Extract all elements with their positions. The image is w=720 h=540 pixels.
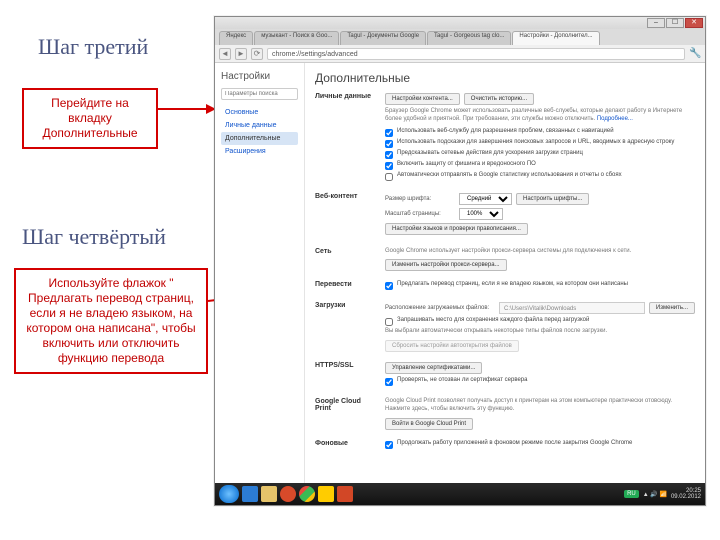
cloud-head: Google Cloud Print — [315, 398, 373, 430]
window-titlebar: – ☐ ✕ — [215, 17, 705, 29]
section-background: Фоновые Продолжать работу приложений в ф… — [315, 440, 695, 451]
chk-check-revocation[interactable]: Проверять, не отозван ли сертификат серв… — [385, 377, 695, 386]
translate-head: Перевести — [315, 281, 373, 292]
taskbar-chrome-icon[interactable] — [299, 486, 315, 502]
tray-icons[interactable]: ▲ 🔊 📶 — [643, 491, 667, 498]
language-settings-button[interactable]: Настройки языков и проверки правописания… — [385, 223, 528, 235]
chk-stats[interactable]: Автоматически отправлять в Google статис… — [385, 172, 695, 181]
sidebar-title: Настройки — [221, 71, 298, 82]
maximize-button[interactable]: ☐ — [666, 18, 684, 28]
sidebar-item-advanced[interactable]: Дополнительные — [221, 132, 298, 145]
webcontent-head: Веб-контент — [315, 193, 373, 238]
settings-search-input[interactable] — [221, 88, 298, 100]
customize-fonts-button[interactable]: Настроить шрифты... — [516, 193, 589, 205]
content-settings-button[interactable]: Настройки контента... — [385, 93, 460, 105]
tab-strip: Яндекс музыкант - Поиск в Goo... Tagul -… — [215, 29, 705, 45]
language-indicator[interactable]: RU — [624, 490, 639, 498]
step-3-title: Шаг третий — [38, 34, 148, 60]
tab-3[interactable]: Tagul - Gorgeous tag clo... — [427, 31, 511, 45]
taskbar-ie-icon[interactable] — [242, 486, 258, 502]
font-size-select[interactable]: Средний — [459, 193, 512, 205]
taskbar-opera-icon[interactable] — [280, 486, 296, 502]
tab-2[interactable]: Tagul - Документы Google — [340, 31, 426, 45]
font-size-label: Размер шрифта: — [385, 196, 455, 202]
bg-head: Фоновые — [315, 440, 373, 451]
system-tray: RU ▲ 🔊 📶 20:25 09.02.2012 — [624, 488, 701, 500]
section-translate: Перевести Предлагать перевод страниц, ес… — [315, 281, 695, 292]
tab-1[interactable]: музыкант - Поиск в Goo... — [254, 31, 339, 45]
address-bar: ◄ ► ⟳ chrome://settings/advanced 🔧 — [215, 45, 705, 63]
clock[interactable]: 20:25 09.02.2012 — [671, 488, 701, 500]
settings-main: Дополнительные Личные данные Настройки к… — [305, 63, 705, 483]
close-button[interactable]: ✕ — [685, 18, 703, 28]
minimize-button[interactable]: – — [647, 18, 665, 28]
section-https: HTTPS/SSL Управление сертификатами... Пр… — [315, 362, 695, 388]
step-4-title: Шаг четвёртый — [22, 224, 166, 250]
clear-autoopen-button[interactable]: Сбросить настройки автооткрытия файлов — [385, 340, 519, 352]
cloud-desc: Google Cloud Print позволяет получать до… — [385, 398, 695, 414]
arrow-3 — [158, 108, 206, 110]
reload-button[interactable]: ⟳ — [251, 48, 263, 60]
download-path-label: Расположение загружаемых файлов: — [385, 305, 495, 311]
section-privacy: Личные данные Настройки контента... Очис… — [315, 93, 695, 183]
privacy-more-link[interactable]: Подробнее... — [597, 116, 633, 122]
tab-4[interactable]: Настройки - Дополнител... — [512, 31, 599, 45]
sidebar-item-basic[interactable]: Основные — [221, 106, 298, 119]
settings-content: Настройки Основные Личные данные Дополни… — [215, 63, 705, 483]
chk-background-apps[interactable]: Продолжать работу приложений в фоновом р… — [385, 440, 695, 449]
sidebar-item-personal[interactable]: Личные данные — [221, 119, 298, 132]
start-button[interactable] — [219, 485, 239, 503]
downloads-desc: Вы выбрали автоматически открывать некот… — [385, 328, 695, 336]
privacy-head: Личные данные — [315, 93, 373, 183]
section-webcontent: Веб-контент Размер шрифта: Средний Настр… — [315, 193, 695, 238]
url-field[interactable]: chrome://settings/advanced — [267, 48, 685, 60]
manage-certs-button[interactable]: Управление сертификатами... — [385, 362, 482, 374]
wrench-icon[interactable]: 🔧 — [689, 48, 701, 60]
taskbar-explorer-icon[interactable] — [261, 486, 277, 502]
browser-window: – ☐ ✕ Яндекс музыкант - Поиск в Goo... T… — [214, 16, 706, 506]
chk-phishing[interactable]: Включить защиту от фишинга и вредоносног… — [385, 161, 695, 170]
windows-taskbar: RU ▲ 🔊 📶 20:25 09.02.2012 — [215, 483, 705, 505]
network-desc: Google Chrome использует настройки прокс… — [385, 248, 695, 256]
chk-translate[interactable]: Предлагать перевод страниц, если я не вл… — [385, 281, 695, 290]
sidebar-item-extensions[interactable]: Расширения — [221, 145, 298, 158]
privacy-desc: Браузер Google Chrome может использовать… — [385, 108, 695, 124]
tab-0[interactable]: Яндекс — [219, 31, 253, 45]
chk-predict[interactable]: Предсказывать сетевые действия для ускор… — [385, 150, 695, 159]
chk-ask-location[interactable]: Запрашивать место для сохранения каждого… — [385, 317, 695, 326]
network-head: Сеть — [315, 248, 373, 272]
step-3-callout: Перейдите на вкладку Дополнительные — [22, 88, 158, 149]
chk-suggest[interactable]: Использовать подсказки для завершения по… — [385, 139, 695, 148]
taskbar-yandex-icon[interactable] — [318, 486, 334, 502]
downloads-head: Загрузки — [315, 302, 373, 352]
page-title: Дополнительные — [315, 71, 695, 85]
back-button[interactable]: ◄ — [219, 48, 231, 60]
cloud-signin-button[interactable]: Войти в Google Cloud Print — [385, 418, 473, 430]
section-downloads: Загрузки Расположение загружаемых файлов… — [315, 302, 695, 352]
proxy-settings-button[interactable]: Изменить настройки прокси-сервера... — [385, 259, 507, 271]
step-4-callout: Используйте флажок " Предлагать перевод … — [14, 268, 208, 374]
section-network: Сеть Google Chrome использует настройки … — [315, 248, 695, 272]
taskbar-powerpoint-icon[interactable] — [337, 486, 353, 502]
page-zoom-select[interactable]: 100% — [459, 208, 503, 220]
section-cloud-print: Google Cloud Print Google Cloud Print по… — [315, 398, 695, 430]
forward-button[interactable]: ► — [235, 48, 247, 60]
chk-nav-errors[interactable]: Использовать веб-службу для разрешения п… — [385, 128, 695, 137]
download-path-field: C:\Users\Vitalik\Downloads — [499, 302, 645, 314]
https-head: HTTPS/SSL — [315, 362, 373, 388]
page-zoom-label: Масштаб страницы: — [385, 211, 455, 217]
change-download-button[interactable]: Изменить... — [649, 302, 695, 314]
clear-history-button[interactable]: Очистить историю... — [464, 93, 534, 105]
settings-sidebar: Настройки Основные Личные данные Дополни… — [215, 63, 305, 483]
